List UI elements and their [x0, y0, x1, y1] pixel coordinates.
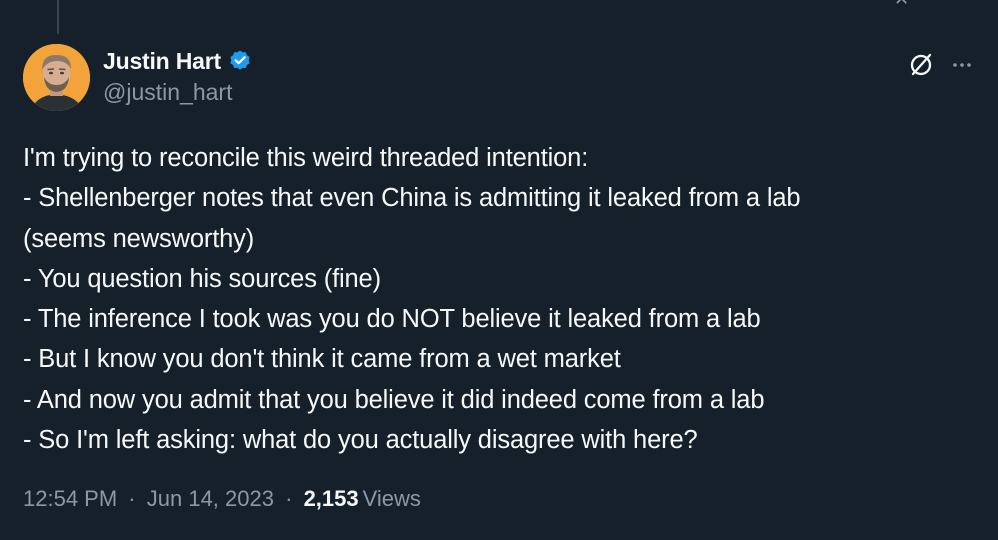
meta-separator: ·: [128, 486, 136, 511]
partial-top-icon: ✕: [894, 0, 918, 4]
tweet-header: Justin Hart @justin_hart: [23, 44, 974, 112]
tweet-text-line: - And now you admit that you believe it …: [23, 385, 765, 414]
views-count[interactable]: 2,153: [304, 486, 359, 511]
author-handle[interactable]: @justin_hart: [103, 79, 252, 106]
tweet-meta: 12:54 PM · Jun 14, 2023 · 2,153 Views: [23, 486, 421, 512]
tweet-text-line: - So I'm left asking: what do you actual…: [23, 426, 698, 455]
avatar-portrait-icon: [23, 44, 90, 111]
tweet-text-line: I'm trying to reconcile this weird threa…: [23, 144, 589, 172]
author-block: Justin Hart @justin_hart: [103, 47, 252, 106]
views-label[interactable]: Views: [363, 486, 421, 511]
tweet-text-line: - Shellenberger notes that even China is…: [23, 184, 801, 213]
name-row: Justin Hart: [103, 47, 252, 75]
avatar[interactable]: [23, 44, 90, 111]
tweet-text-line: - The inference I took was you do NOT be…: [23, 305, 761, 334]
tweet-text: I'm trying to reconcile this weird threa…: [23, 138, 976, 460]
tweet-text-line: - But I know you don't think it came fro…: [23, 345, 621, 374]
tweet-top-actions: [906, 50, 974, 85]
thread-connector-line: [57, 0, 59, 34]
meta-separator: ·: [285, 486, 293, 511]
author-display-name[interactable]: Justin Hart: [103, 48, 221, 75]
tweet-date[interactable]: Jun 14, 2023: [147, 486, 274, 511]
grok-icon[interactable]: [906, 50, 936, 85]
verified-badge-icon[interactable]: [228, 49, 252, 73]
tweet-text-line: (seems newsworthy): [23, 224, 255, 253]
tweet-time[interactable]: 12:54 PM: [23, 486, 117, 511]
tweet-text-line: - You question his sources (fine): [23, 264, 381, 293]
more-icon[interactable]: [950, 53, 974, 82]
